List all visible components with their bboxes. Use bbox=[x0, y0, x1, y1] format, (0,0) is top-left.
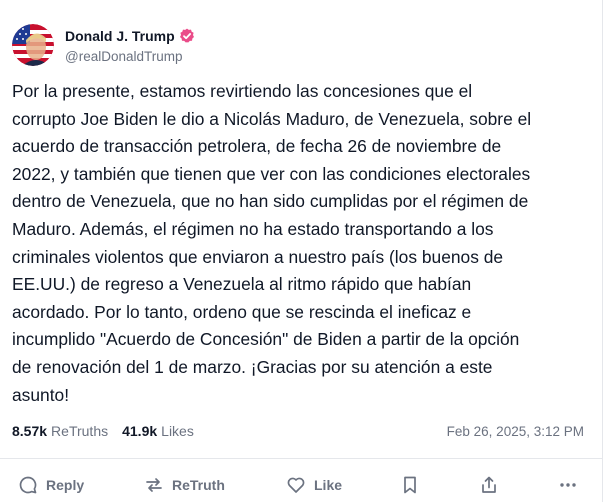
retruths-count[interactable]: 8.57k bbox=[12, 423, 47, 439]
like-button[interactable]: Like bbox=[286, 470, 342, 500]
retruth-arrows-icon bbox=[146, 478, 162, 492]
share-button[interactable] bbox=[479, 470, 499, 500]
author-handle[interactable]: @realDonaldTrump bbox=[65, 49, 195, 64]
reply-label: Reply bbox=[46, 477, 85, 493]
verified-badge-icon bbox=[179, 28, 194, 43]
post-header: Donald J. Trump @realDonaldTrump bbox=[12, 24, 195, 70]
likes-label[interactable]: Likes bbox=[161, 423, 194, 439]
bookmark-button[interactable] bbox=[400, 470, 420, 500]
more-horizontal-icon bbox=[560, 483, 576, 487]
more-options-button[interactable] bbox=[558, 470, 578, 500]
retruth-button[interactable]: ReTruth bbox=[144, 470, 225, 500]
retruth-label: ReTruth bbox=[172, 477, 225, 493]
likes-count[interactable]: 41.9k bbox=[122, 423, 157, 439]
like-label: Like bbox=[314, 477, 343, 493]
post-timestamp[interactable]: Feb 26, 2025, 3:12 PM bbox=[447, 424, 584, 439]
post-body: Por la presente, estamos revirtiendo las… bbox=[12, 81, 532, 405]
post-card: Donald J. Trump @realDonaldTrump Por la … bbox=[0, 0, 603, 502]
actions-divider bbox=[0, 458, 603, 459]
retruths-label[interactable]: ReTruths bbox=[51, 423, 108, 439]
bookmark-icon bbox=[404, 476, 416, 494]
author-display-name[interactable]: Donald J. Trump bbox=[65, 28, 175, 44]
author-block: Donald J. Trump @realDonaldTrump bbox=[65, 28, 195, 70]
avatar-flag-portrait-icon bbox=[12, 24, 54, 66]
avatar[interactable] bbox=[12, 24, 54, 66]
heart-icon bbox=[287, 477, 305, 493]
reply-bubble-icon bbox=[19, 476, 37, 494]
post-stats: 8.57k ReTruths 41.9k Likes Feb 26, 2025,… bbox=[12, 423, 584, 439]
share-upload-icon bbox=[482, 476, 496, 493]
post-actions-bar: Reply ReTruth Like bbox=[0, 470, 603, 500]
reply-button[interactable]: Reply bbox=[18, 470, 84, 500]
